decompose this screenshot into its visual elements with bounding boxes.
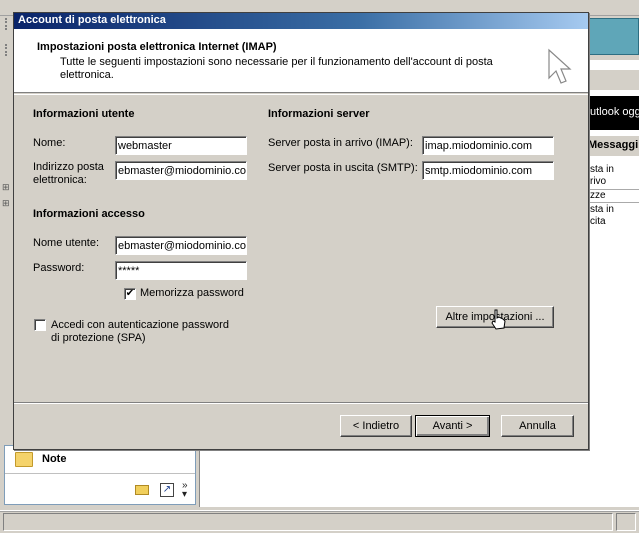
message-folder-list: sta in rivo zze sta in cita — [588, 164, 639, 228]
nav-item-notes[interactable]: Note — [5, 446, 195, 474]
toolbar-grip — [0, 16, 14, 456]
password-label: Password: — [33, 262, 85, 274]
nav-item-notes-label: Note — [42, 453, 67, 465]
status-bar-grip — [616, 513, 636, 531]
spa-label-line2: di protezione (SPA) — [51, 332, 146, 344]
server-info-title: Informazioni server — [268, 108, 370, 120]
back-button[interactable]: < Indietro — [340, 415, 412, 437]
shortcut-icon[interactable]: ↗ — [160, 483, 174, 497]
hand-pointer-icon — [491, 309, 506, 330]
account-settings-dialog: Account di posta elettronica Impostazion… — [13, 12, 589, 450]
list-item[interactable]: cita — [588, 216, 639, 228]
tree-expand-icon[interactable]: ⊞ — [2, 198, 11, 208]
folder-icon[interactable] — [135, 485, 149, 495]
next-button[interactable]: Avanti > — [415, 415, 490, 437]
dialog-header: Impostazioni posta elettronica Internet … — [14, 29, 588, 93]
name-label: Nome: — [33, 137, 66, 149]
email-input[interactable]: ebmaster@miodominio.com — [115, 161, 247, 180]
incoming-server-label: Server posta in arrivo (IMAP): — [268, 137, 413, 149]
tree-expand-icon[interactable]: ⊞ — [2, 182, 11, 192]
navigation-pane: Note ↗ » ▾ — [4, 445, 196, 505]
outgoing-server-input[interactable]: smtp.miodominio.com — [422, 161, 554, 180]
note-icon — [15, 452, 33, 467]
list-item[interactable]: zze — [588, 189, 639, 203]
list-item[interactable]: sta in — [588, 164, 639, 176]
header-divider — [14, 94, 588, 95]
mouse-pointer-icon — [548, 48, 572, 84]
reading-pane-toolbar — [588, 70, 639, 90]
username-input[interactable]: ebmaster@miodominio.com — [115, 236, 247, 255]
spa-label-line1: Accedi con autenticazione password — [51, 319, 229, 331]
status-bar — [0, 510, 639, 533]
content-area — [199, 445, 639, 507]
username-label: Nome utente: — [33, 237, 100, 249]
status-bar-segment — [3, 513, 613, 531]
messages-header: Messaggi — [588, 136, 639, 156]
header-description: Tutte le seguenti impostazioni sono nece… — [60, 56, 493, 81]
spa-label[interactable]: Accedi con autenticazione password di pr… — [51, 319, 229, 345]
cancel-button[interactable]: Annulla — [501, 415, 574, 437]
user-info-title: Informazioni utente — [33, 108, 135, 120]
list-item[interactable]: sta in — [588, 204, 639, 216]
nav-shortcut-bar: ↗ » ▾ — [5, 476, 195, 504]
email-label-line1: Indirizzo posta — [33, 161, 104, 173]
email-label: Indirizzo posta elettronica: — [33, 161, 104, 187]
outgoing-server-label: Server posta in uscita (SMTP): — [268, 162, 418, 174]
password-input[interactable]: ***** — [115, 261, 247, 280]
email-label-line2: elettronica: — [33, 174, 87, 186]
name-input[interactable]: webmaster — [115, 136, 247, 155]
dialog-title: Account di posta elettronica — [18, 14, 166, 26]
remember-password-label[interactable]: Memorizza password — [140, 287, 244, 300]
button-area-divider — [14, 402, 588, 404]
chevron-more-icon[interactable]: » ▾ — [182, 481, 188, 500]
header-title: Impostazioni posta elettronica Internet … — [37, 41, 277, 53]
list-item[interactable]: rivo — [588, 176, 639, 188]
spa-checkbox[interactable] — [34, 319, 46, 331]
access-info-title: Informazioni accesso — [33, 208, 145, 220]
dialog-title-bar[interactable]: Account di posta elettronica — [14, 13, 588, 29]
remember-password-checkbox[interactable]: ✔ — [124, 288, 136, 300]
reading-pane: utlook oggi Messaggi sta in rivo zze sta… — [587, 60, 639, 450]
outlook-today-banner: utlook oggi — [588, 96, 639, 130]
incoming-server-input[interactable]: imap.miodominio.com — [422, 136, 554, 155]
